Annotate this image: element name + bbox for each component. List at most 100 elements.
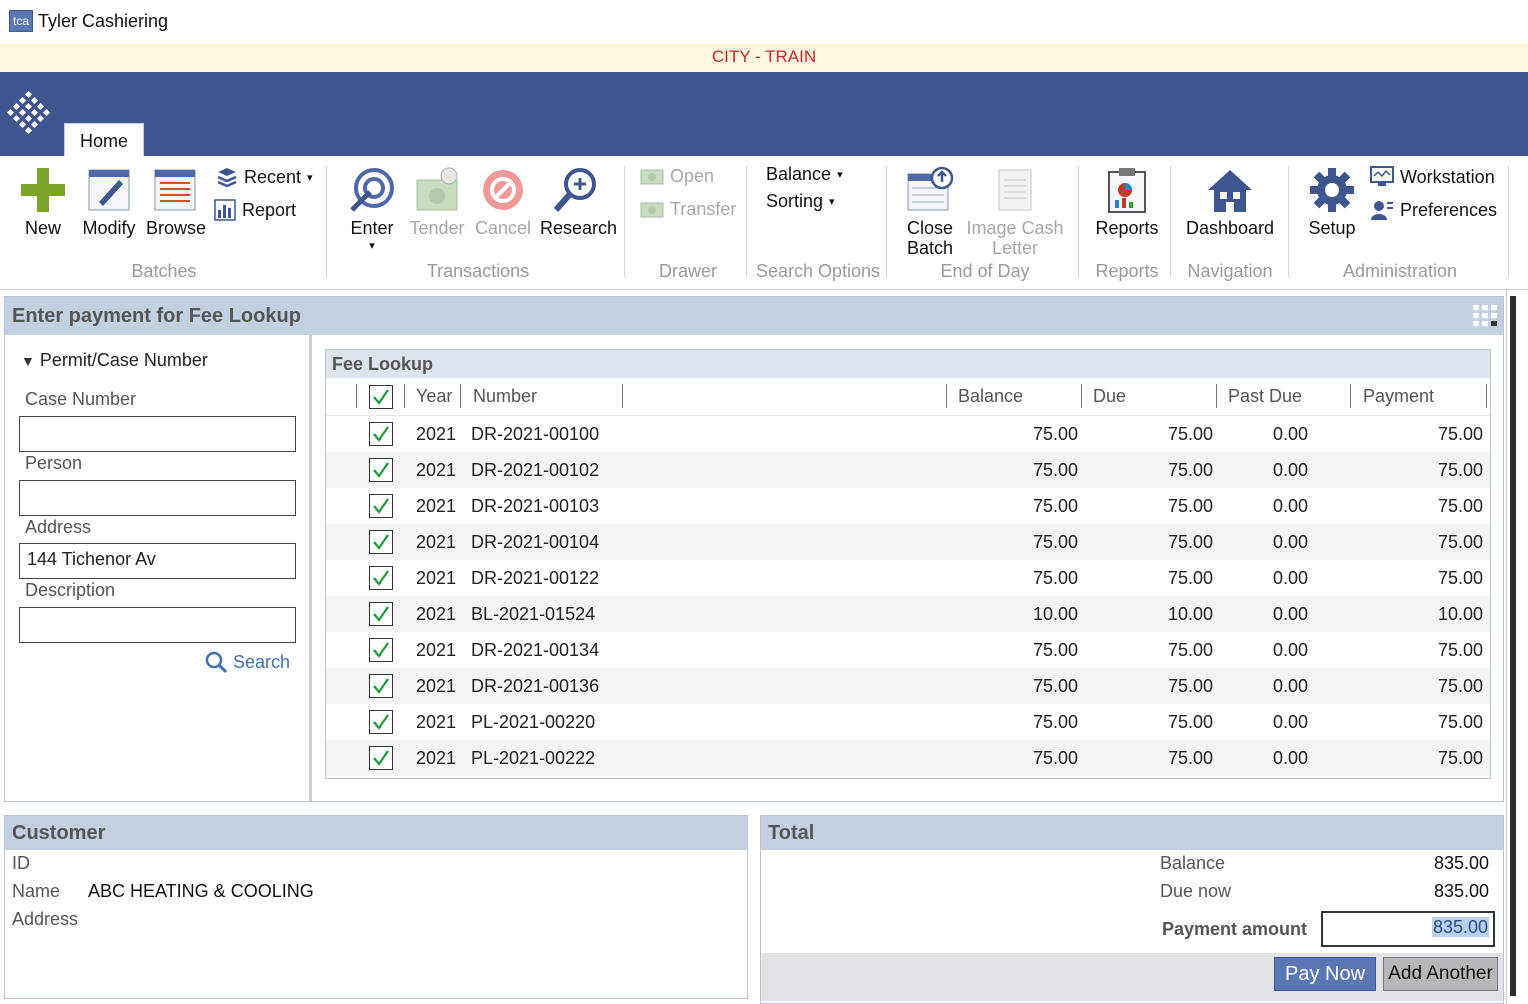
row-checkbox[interactable] (369, 566, 393, 590)
cell-number: DR-2021-00103 (471, 496, 600, 516)
column-balance[interactable]: Balance (958, 386, 1023, 407)
cell-year: 2021 (416, 424, 457, 444)
workstation-label: Workstation (1400, 166, 1495, 187)
table-row[interactable]: 2021 PL-2021-00222 75.00 75.00 0.00 75.0… (326, 740, 1490, 776)
chevron-down-icon: ▾ (369, 240, 375, 252)
group-reports: Reports (1095, 261, 1159, 281)
scrollbar[interactable] (1510, 296, 1516, 996)
total-balance-label: Balance (1160, 853, 1226, 873)
table-row[interactable]: 2021 DR-2021-00122 75.00 75.00 0.00 75.0… (326, 560, 1490, 596)
fee-lookup-title: Fee Lookup (326, 350, 1490, 378)
column-divider (1216, 384, 1217, 408)
new-button[interactable]: New (18, 166, 68, 239)
setup-icon (1310, 168, 1354, 212)
recent-button[interactable]: Recent ▾ (216, 166, 313, 188)
row-checkbox[interactable] (369, 602, 393, 626)
column-year[interactable]: Year (416, 386, 452, 407)
table-row[interactable]: 2021 DR-2021-00102 75.00 75.00 0.00 75.0… (326, 452, 1490, 488)
group-administration: Administration (1342, 261, 1458, 281)
setup-button[interactable]: Setup (1304, 166, 1360, 239)
grid-icon[interactable] (1473, 305, 1497, 327)
payment-amount-input[interactable]: 835.00 (1321, 911, 1495, 947)
open-drawer-icon (640, 169, 664, 184)
search-label: Search (233, 651, 291, 672)
preferences-label: Preferences (1400, 199, 1498, 220)
workstation-button[interactable]: Workstation (1370, 166, 1495, 188)
case-number-input[interactable] (19, 416, 296, 452)
preferences-button[interactable]: Preferences (1370, 199, 1497, 221)
open-drawer-button[interactable]: Open (640, 166, 714, 187)
cell-year: 2021 (416, 640, 457, 660)
group-transactions: Transactions (426, 261, 530, 281)
row-checkbox[interactable] (369, 674, 393, 698)
pay-now-button[interactable]: Pay Now (1274, 957, 1376, 991)
search-button[interactable]: Search (205, 651, 290, 673)
description-input[interactable] (19, 607, 296, 643)
address-input[interactable]: 144 Tichenor Av (19, 543, 296, 579)
cell-payment: 75.00 (1437, 640, 1483, 660)
modify-button[interactable]: Modify (80, 166, 138, 239)
tab-home[interactable]: Home (64, 123, 144, 157)
row-checkbox[interactable] (369, 494, 393, 518)
research-button[interactable]: Research (540, 166, 617, 239)
column-payment[interactable]: Payment (1363, 386, 1434, 407)
balance-dropdown[interactable]: Balance ▾ (766, 164, 843, 185)
group-search-options: Search Options (755, 261, 881, 281)
group-navigation: Navigation (1187, 261, 1273, 281)
column-due[interactable]: Due (1093, 386, 1126, 407)
row-checkbox[interactable] (369, 710, 393, 734)
select-all-checkbox[interactable] (369, 385, 393, 409)
tender-label: Tender (409, 218, 465, 238)
checkbox-check-icon (373, 462, 389, 478)
cell-payment: 75.00 (1437, 532, 1483, 552)
dashboard-button[interactable]: Dashboard (1184, 166, 1276, 239)
setup-label: Setup (1308, 218, 1356, 238)
permit-case-section[interactable]: ▼ Permit/Case Number (21, 350, 208, 371)
recent-label: Recent (244, 166, 302, 187)
row-checkbox[interactable] (369, 746, 393, 770)
table-row[interactable]: 2021 DR-2021-00100 75.00 75.00 0.00 75.0… (326, 416, 1490, 452)
table-row[interactable]: 2021 DR-2021-00136 75.00 75.00 0.00 75.0… (326, 668, 1490, 704)
row-checkbox[interactable] (369, 638, 393, 662)
total-balance-value: 835.00 (1433, 853, 1489, 873)
row-checkbox[interactable] (369, 422, 393, 446)
customer-id-label: ID (12, 853, 30, 873)
transfer-button[interactable]: Transfer (640, 199, 736, 220)
cancel-button[interactable]: Cancel (474, 166, 532, 239)
person-input[interactable] (19, 480, 296, 516)
column-number[interactable]: Number (473, 386, 537, 407)
cell-past-due: 0.00 (1272, 424, 1308, 444)
cell-past-due: 0.00 (1272, 676, 1308, 696)
fee-lookup-column-header: Year Number Balance Due Past Due Payment (326, 378, 1490, 416)
table-row[interactable]: 2021 DR-2021-00103 75.00 75.00 0.00 75.0… (326, 488, 1490, 524)
cell-balance: 75.00 (1032, 532, 1078, 552)
cell-past-due: 0.00 (1272, 640, 1308, 660)
sorting-dropdown[interactable]: Sorting ▾ (766, 191, 835, 212)
enter-button[interactable]: Enter ▾ (344, 166, 400, 252)
table-row[interactable]: 2021 PL-2021-00220 75.00 75.00 0.00 75.0… (326, 704, 1490, 740)
add-another-button[interactable]: Add Another (1383, 957, 1498, 991)
reports-button[interactable]: Reports (1094, 166, 1160, 239)
column-past-due[interactable]: Past Due (1228, 386, 1302, 407)
browse-button[interactable]: Browse (146, 166, 206, 239)
table-row[interactable]: 2021 DR-2021-00134 75.00 75.00 0.00 75.0… (326, 632, 1490, 668)
enter-label: Enter (350, 218, 394, 238)
tender-button[interactable]: Tender (408, 166, 466, 239)
due-now-value: 835.00 (1433, 881, 1489, 901)
description-label: Description (25, 580, 116, 600)
row-checkbox[interactable] (369, 530, 393, 554)
table-row[interactable]: 2021 DR-2021-00104 75.00 75.00 0.00 75.0… (326, 524, 1490, 560)
divider (1078, 166, 1079, 278)
cell-balance: 10.00 (1032, 604, 1078, 624)
image-cash-letter-button[interactable]: Image Cash Letter (966, 166, 1064, 258)
reports-icon (1108, 168, 1146, 213)
report-button[interactable]: Report (214, 199, 296, 221)
group-batches: Batches (131, 261, 197, 281)
enter-payment-panel: Enter payment for Fee Lookup ▼ Permit/Ca… (4, 296, 1504, 802)
close-batch-button[interactable]: Close Batch (900, 166, 960, 258)
modify-icon (88, 169, 130, 211)
chevron-down-icon: ▾ (829, 196, 835, 208)
cell-year: 2021 (416, 604, 457, 624)
table-row[interactable]: 2021 BL-2021-01524 10.00 10.00 0.00 10.0… (326, 596, 1490, 632)
row-checkbox[interactable] (369, 458, 393, 482)
